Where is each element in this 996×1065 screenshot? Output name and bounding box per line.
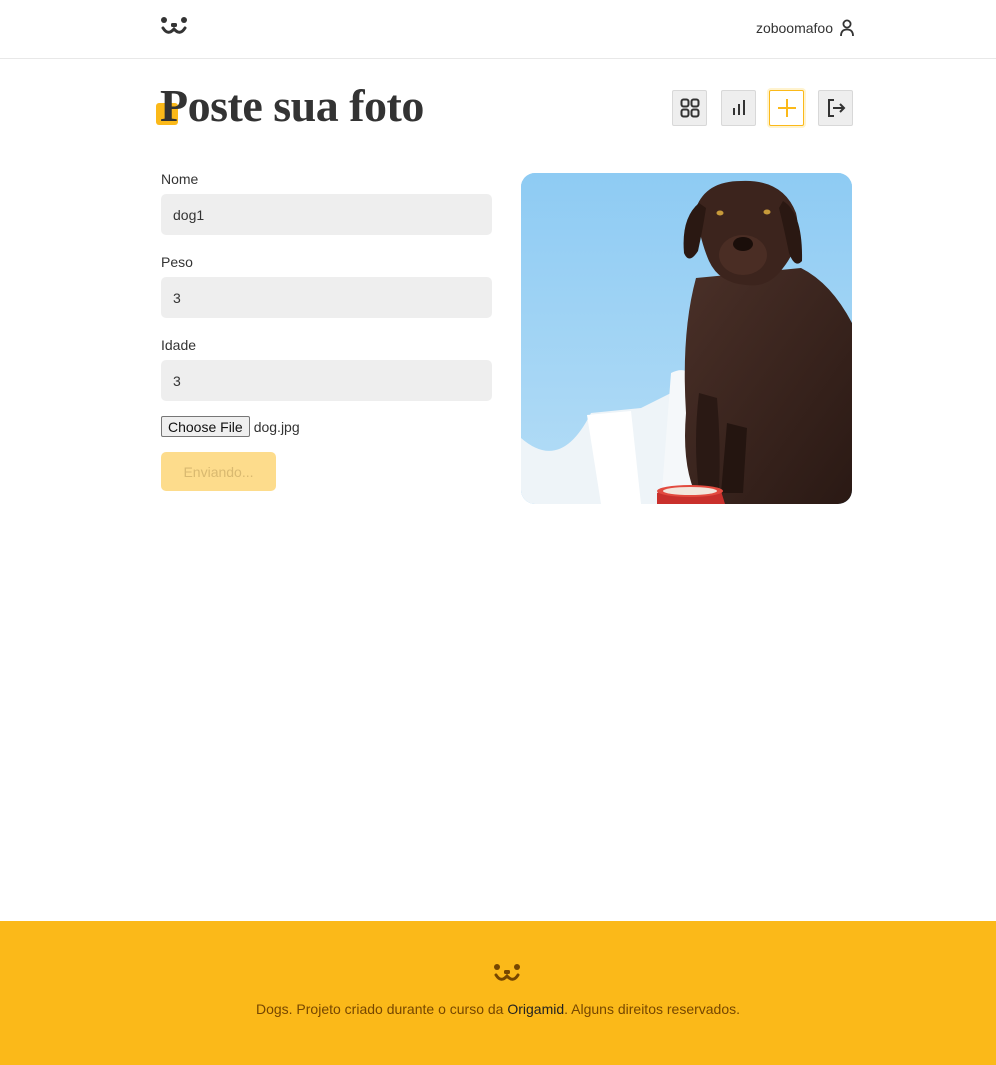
dog-photo-image: [521, 173, 852, 504]
idade-label: Idade: [161, 337, 197, 353]
peso-label: Peso: [161, 254, 193, 270]
stats-bars-icon: [732, 100, 745, 115]
user-icon: [840, 19, 854, 37]
post-photo-form: Nome dog1 Peso 3 Idade 3 Choose File dog…: [161, 170, 492, 491]
photo-preview: [521, 173, 852, 504]
footer-text: Dogs. Projeto criado durante o curso da …: [0, 1001, 996, 1017]
nome-label: Nome: [161, 171, 199, 187]
file-name-label: dog.jpg: [253, 418, 300, 435]
dog-face-icon[interactable]: [160, 16, 188, 38]
file-input: Choose File dog.jpg: [161, 416, 492, 437]
site-header: zoboomafoo: [0, 0, 996, 59]
account-nav: [672, 90, 853, 126]
idade-input[interactable]: 3: [161, 360, 492, 401]
footer-text-before: Dogs. Projeto criado durante o curso da: [255, 1001, 508, 1017]
username-label: zoboomafoo: [755, 20, 833, 36]
nav-logout-button[interactable]: [818, 90, 853, 126]
peso-input[interactable]: 3: [161, 277, 492, 318]
nav-feed-button[interactable]: [672, 90, 707, 126]
page-title: Poste sua foto: [160, 80, 424, 131]
footer-text-after: . Alguns direitos reservados.: [564, 1001, 741, 1017]
nav-stats-button[interactable]: [721, 90, 756, 126]
submit-button[interactable]: Enviando...: [161, 452, 276, 491]
grid-feed-icon: [680, 98, 699, 118]
origamid-link[interactable]: Origamid: [507, 1001, 564, 1017]
logout-icon: [827, 99, 845, 117]
nav-post-photo-button[interactable]: [769, 90, 804, 126]
nome-input[interactable]: dog1: [161, 194, 492, 235]
user-account-link[interactable]: zoboomafoo: [756, 19, 855, 37]
page-title-wrap: Poste sua foto: [156, 80, 424, 132]
plus-icon: [777, 99, 796, 117]
site-footer: Dogs. Projeto criado durante o curso da …: [0, 921, 996, 1065]
choose-file-button[interactable]: Choose File: [161, 416, 250, 437]
dog-face-icon: [494, 964, 520, 981]
